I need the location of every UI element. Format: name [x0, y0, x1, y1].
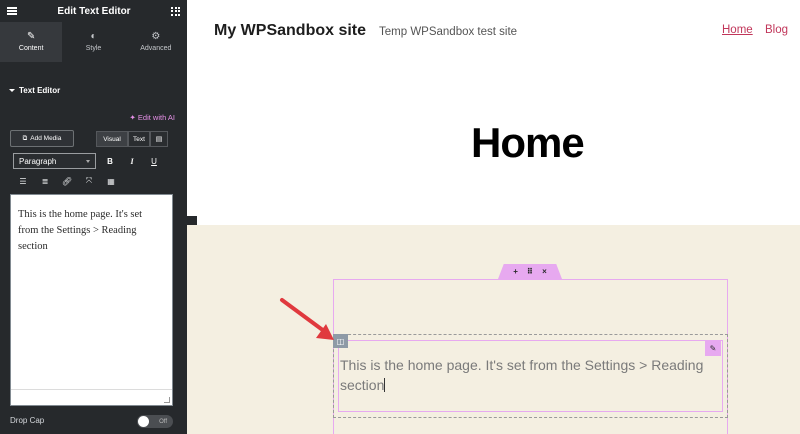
- keyboard-icon[interactable]: ▤: [150, 131, 168, 147]
- drag-handle-icon[interactable]: ⠿: [527, 267, 533, 276]
- paragraph-format-select[interactable]: Paragraph: [13, 153, 96, 169]
- toggle-knob: [138, 416, 149, 427]
- text-cursor: [384, 378, 386, 392]
- link-icon[interactable]: 🔗︎: [61, 177, 73, 186]
- tab-visual[interactable]: Visual: [96, 131, 128, 147]
- format-select-value: Paragraph: [19, 156, 57, 166]
- tab-content-label: Content: [18, 45, 44, 52]
- widget-text-content[interactable]: This is the home page. It's set from the…: [340, 355, 715, 395]
- caret-down-icon: [9, 88, 15, 92]
- tab-text[interactable]: Text: [128, 131, 150, 147]
- editor-view-tabs: Visual Text ▤: [96, 131, 168, 147]
- page-title: Home: [471, 119, 585, 166]
- editor-content[interactable]: This is the home page. It's set from the…: [11, 195, 172, 255]
- add-media-button[interactable]: ⧉ Add Media: [10, 130, 74, 147]
- panel-header: Edit Text Editor: [0, 0, 187, 22]
- underline-button[interactable]: U: [150, 157, 158, 166]
- editor-panel: Edit Text Editor ✎ Content ◐ Style ⚙ Adv…: [0, 0, 187, 434]
- toggle-state: Off: [159, 418, 167, 425]
- panel-title: Edit Text Editor: [57, 5, 131, 17]
- add-media-label: Add Media: [30, 135, 62, 142]
- site-tagline: Temp WPSandbox test site: [379, 26, 518, 38]
- delete-icon[interactable]: ×: [542, 267, 547, 276]
- tab-advanced-label: Advanced: [140, 45, 172, 52]
- chevron-down-icon: [86, 159, 90, 163]
- italic-button[interactable]: I: [128, 157, 136, 166]
- edit-pencil-icon[interactable]: ✎: [705, 340, 721, 356]
- tab-advanced[interactable]: ⚙ Advanced: [125, 22, 187, 62]
- site-title[interactable]: My WPSandbox site: [214, 22, 366, 40]
- tab-style[interactable]: ◐ Style: [62, 22, 124, 62]
- media-icon: ⧉: [22, 134, 28, 142]
- bold-button[interactable]: B: [106, 157, 114, 166]
- section-toggle[interactable]: Text Editor: [0, 84, 187, 96]
- section-title: Text Editor: [19, 85, 61, 95]
- insert-toolbar: ☰ ≣ 🔗︎ ⤧ ▦: [17, 176, 117, 186]
- panel-tabs: ✎ Content ◐ Style ⚙ Advanced: [0, 22, 187, 62]
- toolbar-toggle-icon[interactable]: ▦: [105, 177, 117, 186]
- drop-cap-label: Drop Cap: [10, 416, 45, 425]
- tab-style-label: Style: [85, 45, 102, 52]
- text-editor-area[interactable]: This is the home page. It's set from the…: [10, 194, 173, 406]
- pencil-icon: ✎: [26, 31, 36, 42]
- editor-statusbar: [11, 389, 172, 405]
- nav-link-home[interactable]: Home: [722, 24, 753, 36]
- container-handle[interactable]: + ⠿ ×: [498, 264, 562, 279]
- bullet-list-icon[interactable]: ☰: [17, 177, 29, 186]
- half-circle-icon: ◐: [90, 31, 97, 42]
- fullscreen-icon[interactable]: ⤧: [83, 176, 95, 186]
- numbered-list-icon[interactable]: ≣: [39, 177, 51, 186]
- gear-icon: ⚙: [151, 31, 161, 42]
- nav-link-blog[interactable]: Blog: [765, 24, 788, 36]
- add-element-icon[interactable]: +: [513, 267, 518, 276]
- menu-icon[interactable]: [7, 7, 17, 15]
- tab-content[interactable]: ✎ Content: [0, 22, 63, 62]
- widgets-grid-icon[interactable]: [171, 6, 180, 16]
- resize-handle[interactable]: [164, 397, 170, 403]
- red-arrow-annotation: [280, 298, 334, 340]
- format-toolbar: Paragraph B I U: [13, 153, 158, 169]
- drop-cap-toggle[interactable]: Off: [137, 415, 173, 428]
- widget-text: This is the home page. It's set from the…: [340, 357, 704, 393]
- edit-with-ai-link[interactable]: ✦ Edit with AI: [130, 113, 175, 122]
